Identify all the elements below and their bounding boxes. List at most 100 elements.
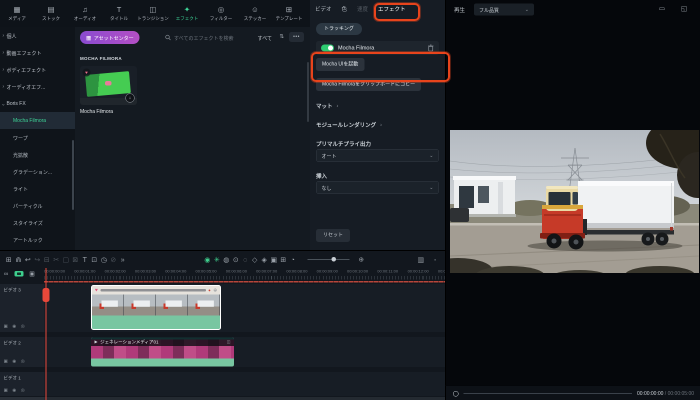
sidebar-item-warp[interactable]: ワープ [0, 129, 75, 146]
reset-button[interactable]: リセット [316, 229, 350, 242]
marker-icon[interactable]: ⊙ [231, 255, 241, 264]
crop-pan-icon[interactable]: ⊡ [90, 255, 100, 264]
track-lane-video2[interactable]: ▶ ジェネレーションメディア01 ◫ [44, 337, 445, 367]
tab-speed[interactable]: 速度 [357, 5, 368, 13]
topnav-item-template[interactable]: ⊞テンプレート [272, 6, 306, 22]
keyframing-icon[interactable]: ✳ [212, 255, 222, 264]
copy-to-clipboard-button[interactable]: Mocha Filmoraをクリップボードにコピー [316, 78, 421, 91]
track-list-icon[interactable]: ▥ [416, 255, 426, 264]
clip-generation-media[interactable]: ▶ ジェネレーションメディア01 ◫ [91, 338, 234, 367]
timeline-ruler[interactable]: ∞ ▣ 00:00:00:0000:00:01:0000:00:02:0000:… [0, 268, 445, 283]
sidebar-item-light[interactable]: ライト [0, 180, 75, 197]
render-preview-icon[interactable]: ◔ [288, 255, 298, 264]
mute-icon[interactable]: ◉ [12, 388, 16, 394]
more-tools-icon[interactable]: » [118, 255, 128, 264]
hide-icon[interactable]: ◎ [21, 359, 25, 365]
track-lane-video3[interactable]: ♥ ● ⊕ [44, 284, 445, 332]
sidebar-item-boris-fx[interactable]: ⌄Boris FX [0, 95, 75, 112]
mute-icon[interactable]: ◉ [12, 359, 16, 365]
sidebar-item-particle[interactable]: パーティクル [0, 197, 75, 214]
trash-icon[interactable] [428, 45, 435, 52]
hide-icon[interactable]: ◎ [21, 388, 25, 394]
tab-video[interactable]: ビデオ [315, 5, 332, 13]
sidebar-item-body-effects[interactable]: ›ボディエフェクト [0, 61, 75, 78]
more-options-button[interactable]: ••• [289, 32, 304, 42]
topnav-item-audio[interactable]: ♫オーディオ [68, 6, 102, 22]
insert-select[interactable]: なし ⌄ [316, 181, 439, 194]
redo-icon[interactable]: ↪ [33, 255, 43, 264]
crop-icon[interactable]: ▢ [61, 255, 71, 264]
effects-search-input[interactable]: すべてのエフェクトを検索 [165, 32, 233, 43]
asset-center-button[interactable]: ▦ アセットセンター [80, 31, 140, 44]
tracking-tab[interactable]: トラッキング [316, 23, 362, 35]
sidebar-item-gradation[interactable]: グラデーション... [0, 163, 75, 180]
playhead-handle[interactable] [43, 288, 50, 302]
topnav-item-transition[interactable]: ◫トランジション [136, 6, 170, 22]
fullscreen-icon[interactable]: ◱ [681, 5, 687, 13]
avatar-icon[interactable]: ◌ [241, 255, 251, 264]
motion-tracking-icon[interactable]: ◉ [203, 255, 213, 264]
audio-icon: ♫ [82, 6, 88, 14]
launch-mocha-ui-button[interactable]: Mocha UIを起動 [316, 58, 364, 71]
topnav-item-stock[interactable]: ▤ストック [34, 6, 68, 22]
mask-icon[interactable]: ◇ [250, 255, 260, 264]
keyframe-add-icon[interactable]: ◈ [260, 255, 270, 264]
sidebar-scrollbar[interactable] [72, 140, 74, 210]
keyframe-lock-icon[interactable]: ▣ [29, 270, 35, 277]
topnav-item-media[interactable]: ▦メディア [0, 6, 34, 22]
sidebar-item-video-effects[interactable]: ›動画エフェクト [0, 44, 75, 61]
auto-ripple-toggle[interactable] [14, 271, 23, 277]
chevron-right-icon: › [337, 103, 339, 109]
track-header-video1: ビデオ 1 ▣◉◎ [0, 372, 44, 396]
snap-icon[interactable]: ⋒ [14, 255, 24, 264]
lock-icon[interactable]: ▣ [4, 324, 8, 330]
matte-section[interactable]: マット › [316, 102, 338, 110]
effect-enable-toggle[interactable] [321, 45, 334, 52]
clip-truck-video[interactable]: ♥ ● ⊕ [91, 285, 221, 330]
speed-icon[interactable]: ◷ [99, 255, 109, 264]
split-icon[interactable]: ✂ [52, 255, 62, 264]
export-clip-icon[interactable]: ⊞ [279, 255, 289, 264]
premultiply-select[interactable]: オート ⌄ [316, 149, 439, 162]
sidebar-item-personal[interactable]: ›個人 [0, 27, 75, 44]
lock-icon[interactable]: ▣ [4, 359, 8, 365]
display-mode-icon[interactable]: ▭ [659, 5, 665, 13]
mocha-filmora-card[interactable]: ♥ ↓ [80, 66, 137, 105]
quality-select[interactable]: フル品質 ⌄ [474, 4, 534, 16]
lock-icon[interactable]: ▣ [4, 388, 8, 394]
tab-color[interactable]: 色 [342, 5, 348, 13]
zoom-to-fit-icon[interactable]: ⊕ [359, 256, 364, 264]
sidebar-item-light-diffusion[interactable]: 光拡散 [0, 146, 75, 163]
sort-icon[interactable]: ⇅ [279, 33, 284, 40]
sidebar-item-art-look[interactable]: アートルック [0, 231, 75, 248]
topnav-item-effect[interactable]: ✦エフェクト [170, 6, 204, 22]
detach-icon[interactable]: ⊠ [71, 255, 81, 264]
download-icon[interactable]: ↓ [126, 94, 135, 103]
filter-all-dropdown[interactable]: すべて [258, 34, 272, 42]
zoom-tool-icon[interactable]: ⊘ [109, 255, 119, 264]
zoom-slider-knob[interactable] [332, 257, 337, 262]
topnav-item-filter[interactable]: ◎フィルター [204, 6, 238, 22]
sidebar-item-audio-effects[interactable]: ›オーディオエフ... [0, 78, 75, 95]
link-clips-icon[interactable]: ∞ [4, 270, 8, 277]
mute-icon[interactable]: ◉ [12, 324, 16, 330]
voiceover-icon[interactable]: ◍ [222, 255, 232, 264]
module-rendering-section[interactable]: モジュールレンダリング › [316, 121, 382, 129]
seek-track[interactable] [464, 393, 633, 394]
topnav-item-sticker[interactable]: ☺ステッカー [238, 6, 272, 22]
topnav-item-title[interactable]: Tタイトル [102, 6, 136, 22]
tab-effect[interactable]: エフェクト [378, 5, 406, 13]
favorite-heart-icon[interactable]: ♥ [83, 69, 91, 77]
sidebar-item-stylize[interactable]: スタイライズ [0, 214, 75, 231]
delete-icon[interactable]: ⊟ [42, 255, 52, 264]
text-icon[interactable]: T [80, 255, 90, 264]
seek-handle[interactable] [453, 391, 459, 397]
track-lane-video1[interactable] [44, 372, 445, 396]
manage-tracks-icon[interactable]: ⊞ [4, 255, 14, 264]
browser-scrollbar[interactable] [307, 62, 309, 122]
hide-icon[interactable]: ◎ [21, 324, 25, 330]
timeline-zoom-slider[interactable] [308, 259, 350, 260]
snapshot-icon[interactable]: ▣ [269, 255, 279, 264]
sidebar-item-mocha-filmora[interactable]: Mocha Filmora [0, 112, 75, 129]
undo-icon[interactable]: ↩ [23, 255, 33, 264]
